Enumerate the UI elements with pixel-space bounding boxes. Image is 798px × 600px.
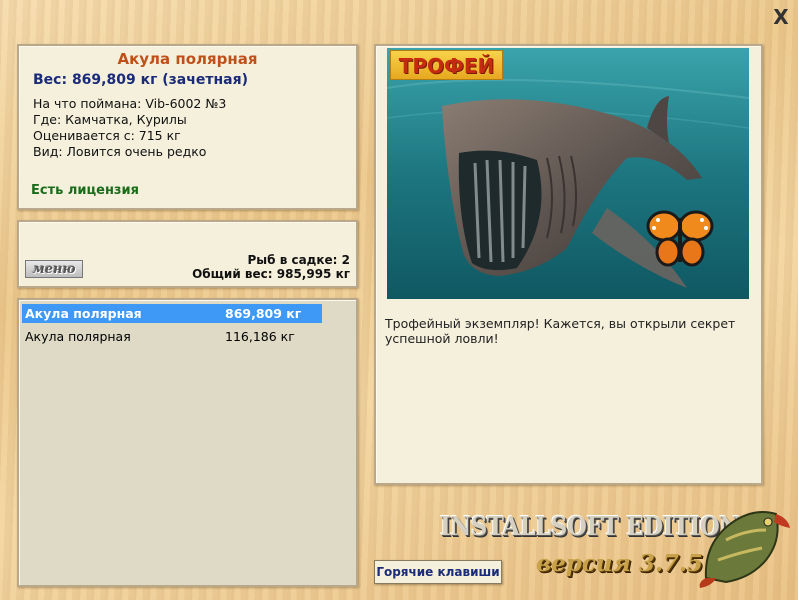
list-item[interactable]: Акула полярная 116,186 кг	[22, 327, 322, 346]
close-icon[interactable]: X	[770, 6, 792, 28]
butterfly-icon	[646, 210, 714, 267]
trophy-panel: ТРОФЕЙ Трофейный экземпляр! Кажется, вы …	[374, 44, 763, 485]
fish-name: Акула полярная	[117, 50, 258, 68]
list-item-name: Акула полярная	[25, 329, 131, 344]
fish-location: Где: Камчатка, Курилы	[33, 112, 187, 127]
fish-rarity: Вид: Ловится очень редко	[33, 144, 207, 159]
list-item-name: Акула полярная	[25, 306, 142, 321]
menu-button[interactable]: меню	[25, 260, 83, 278]
cage-total-weight: Общий вес: 985,995 кг	[192, 267, 350, 281]
catch-list: Акула полярная 869,809 кг Акула полярная…	[17, 298, 358, 587]
shark-illustration	[387, 48, 749, 299]
list-item[interactable]: Акула полярная 869,809 кг	[22, 304, 322, 323]
list-item-weight: 116,186 кг	[225, 329, 295, 344]
license-status: Есть лицензия	[31, 183, 139, 198]
pike-logo-icon	[699, 511, 790, 588]
trophy-description: Трофейный экземпляр! Кажется, вы открыли…	[385, 316, 736, 346]
fish-valued-from: Оценивается с: 715 кг	[33, 128, 181, 143]
fish-info-panel: Акула полярная Вес: 869,809 кг (зачетная…	[17, 44, 358, 210]
cage-fish-count: Рыб в садке: 2	[247, 253, 351, 267]
hotkeys-button[interactable]: Горячие клавиши	[374, 560, 502, 584]
list-item-weight: 869,809 кг	[225, 306, 302, 321]
shark-photo: ТРОФЕЙ	[387, 48, 749, 299]
edition-title: INSTALLSOFT EDITION	[440, 512, 740, 542]
trophy-badge: ТРОФЕЙ	[390, 50, 503, 80]
cage-panel: меню Рыб в садке: 2 Общий вес: 985,995 к…	[17, 220, 358, 288]
version-label: версия 3.7.5	[536, 550, 703, 577]
fish-weight: Вес: 869,809 кг (зачетная)	[33, 72, 248, 88]
fish-bait: На что поймана: Vib-6002 №3	[33, 96, 227, 111]
